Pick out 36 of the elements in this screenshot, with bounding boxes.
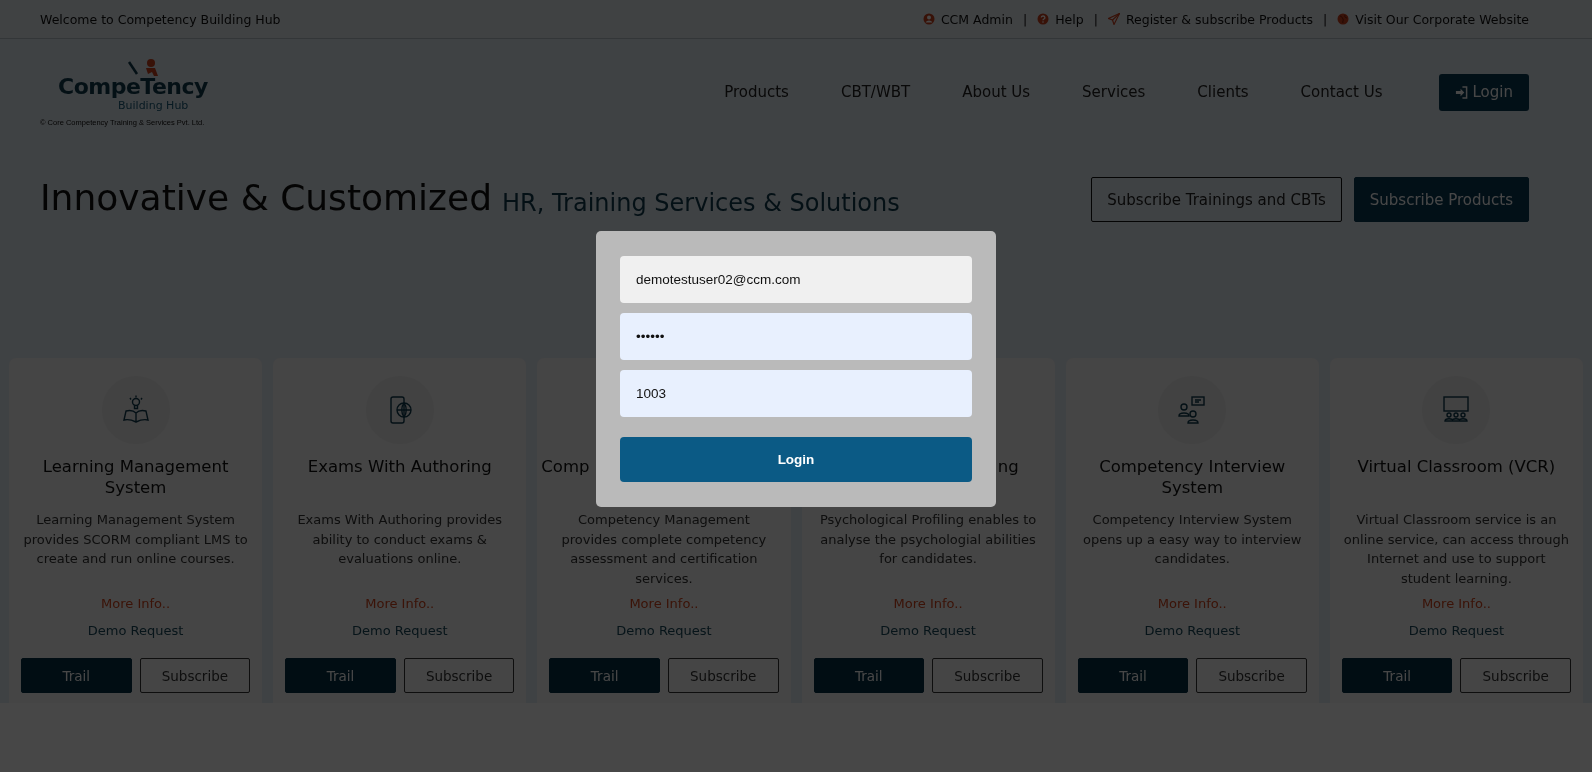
demo-request-link[interactable]: Demo Request [1144, 623, 1241, 638]
more-info-link[interactable]: More Info.. [1421, 596, 1491, 611]
product-title: ng [997, 456, 1019, 477]
product-title: Virtual Classroom (VCR) [1357, 456, 1556, 477]
demo-request-link[interactable]: Demo Request [1408, 623, 1505, 638]
nav-link[interactable]: About Us [962, 83, 1031, 101]
hero-subtitle: HR, Training Services & Solutions [502, 189, 901, 217]
separator: | [1093, 11, 1098, 27]
login-button[interactable]: Login [620, 437, 972, 482]
separator: | [1022, 11, 1028, 27]
more-info-link[interactable]: More Info.. [101, 596, 171, 611]
nav-link[interactable]: Clients [1197, 83, 1249, 101]
demo-request-link[interactable]: Demo Request [351, 623, 448, 638]
welcome-text: Welcome to Competency Building Hub [40, 11, 281, 27]
more-info-link[interactable]: More Info.. [893, 596, 963, 611]
separator: | [1323, 11, 1328, 27]
demo-request-link[interactable]: Demo Request [616, 623, 712, 638]
nav-link[interactable]: CBT/WBT [840, 83, 911, 101]
demo-request-link[interactable]: Demo Request [880, 623, 976, 638]
code-field[interactable]: 1003 [620, 370, 972, 417]
hero-title: Innovative & Customized [40, 177, 492, 218]
more-info-link[interactable]: More Info.. [365, 596, 435, 611]
product-title: Learning Management System [41, 456, 230, 498]
logo-subtitle: Building Hub [118, 98, 189, 112]
logo-name: CompeTency [58, 73, 208, 99]
nav-link[interactable]: Products [724, 83, 789, 101]
more-info-link[interactable]: More Info.. [629, 596, 699, 611]
product-title: Comp [541, 456, 590, 477]
password-field[interactable]: •••••• [620, 313, 972, 360]
demo-request-link[interactable]: Demo Request [87, 623, 184, 638]
product-title: Competency Interview System [1098, 456, 1287, 498]
nav-link[interactable]: Contact Us [1300, 83, 1383, 101]
nav-link[interactable]: Services [1082, 83, 1146, 101]
more-info-link[interactable]: More Info.. [1157, 596, 1227, 611]
product-title: Exams With Authoring [307, 456, 492, 477]
email-field[interactable]: demotestuser02@ccm.com [620, 256, 972, 303]
